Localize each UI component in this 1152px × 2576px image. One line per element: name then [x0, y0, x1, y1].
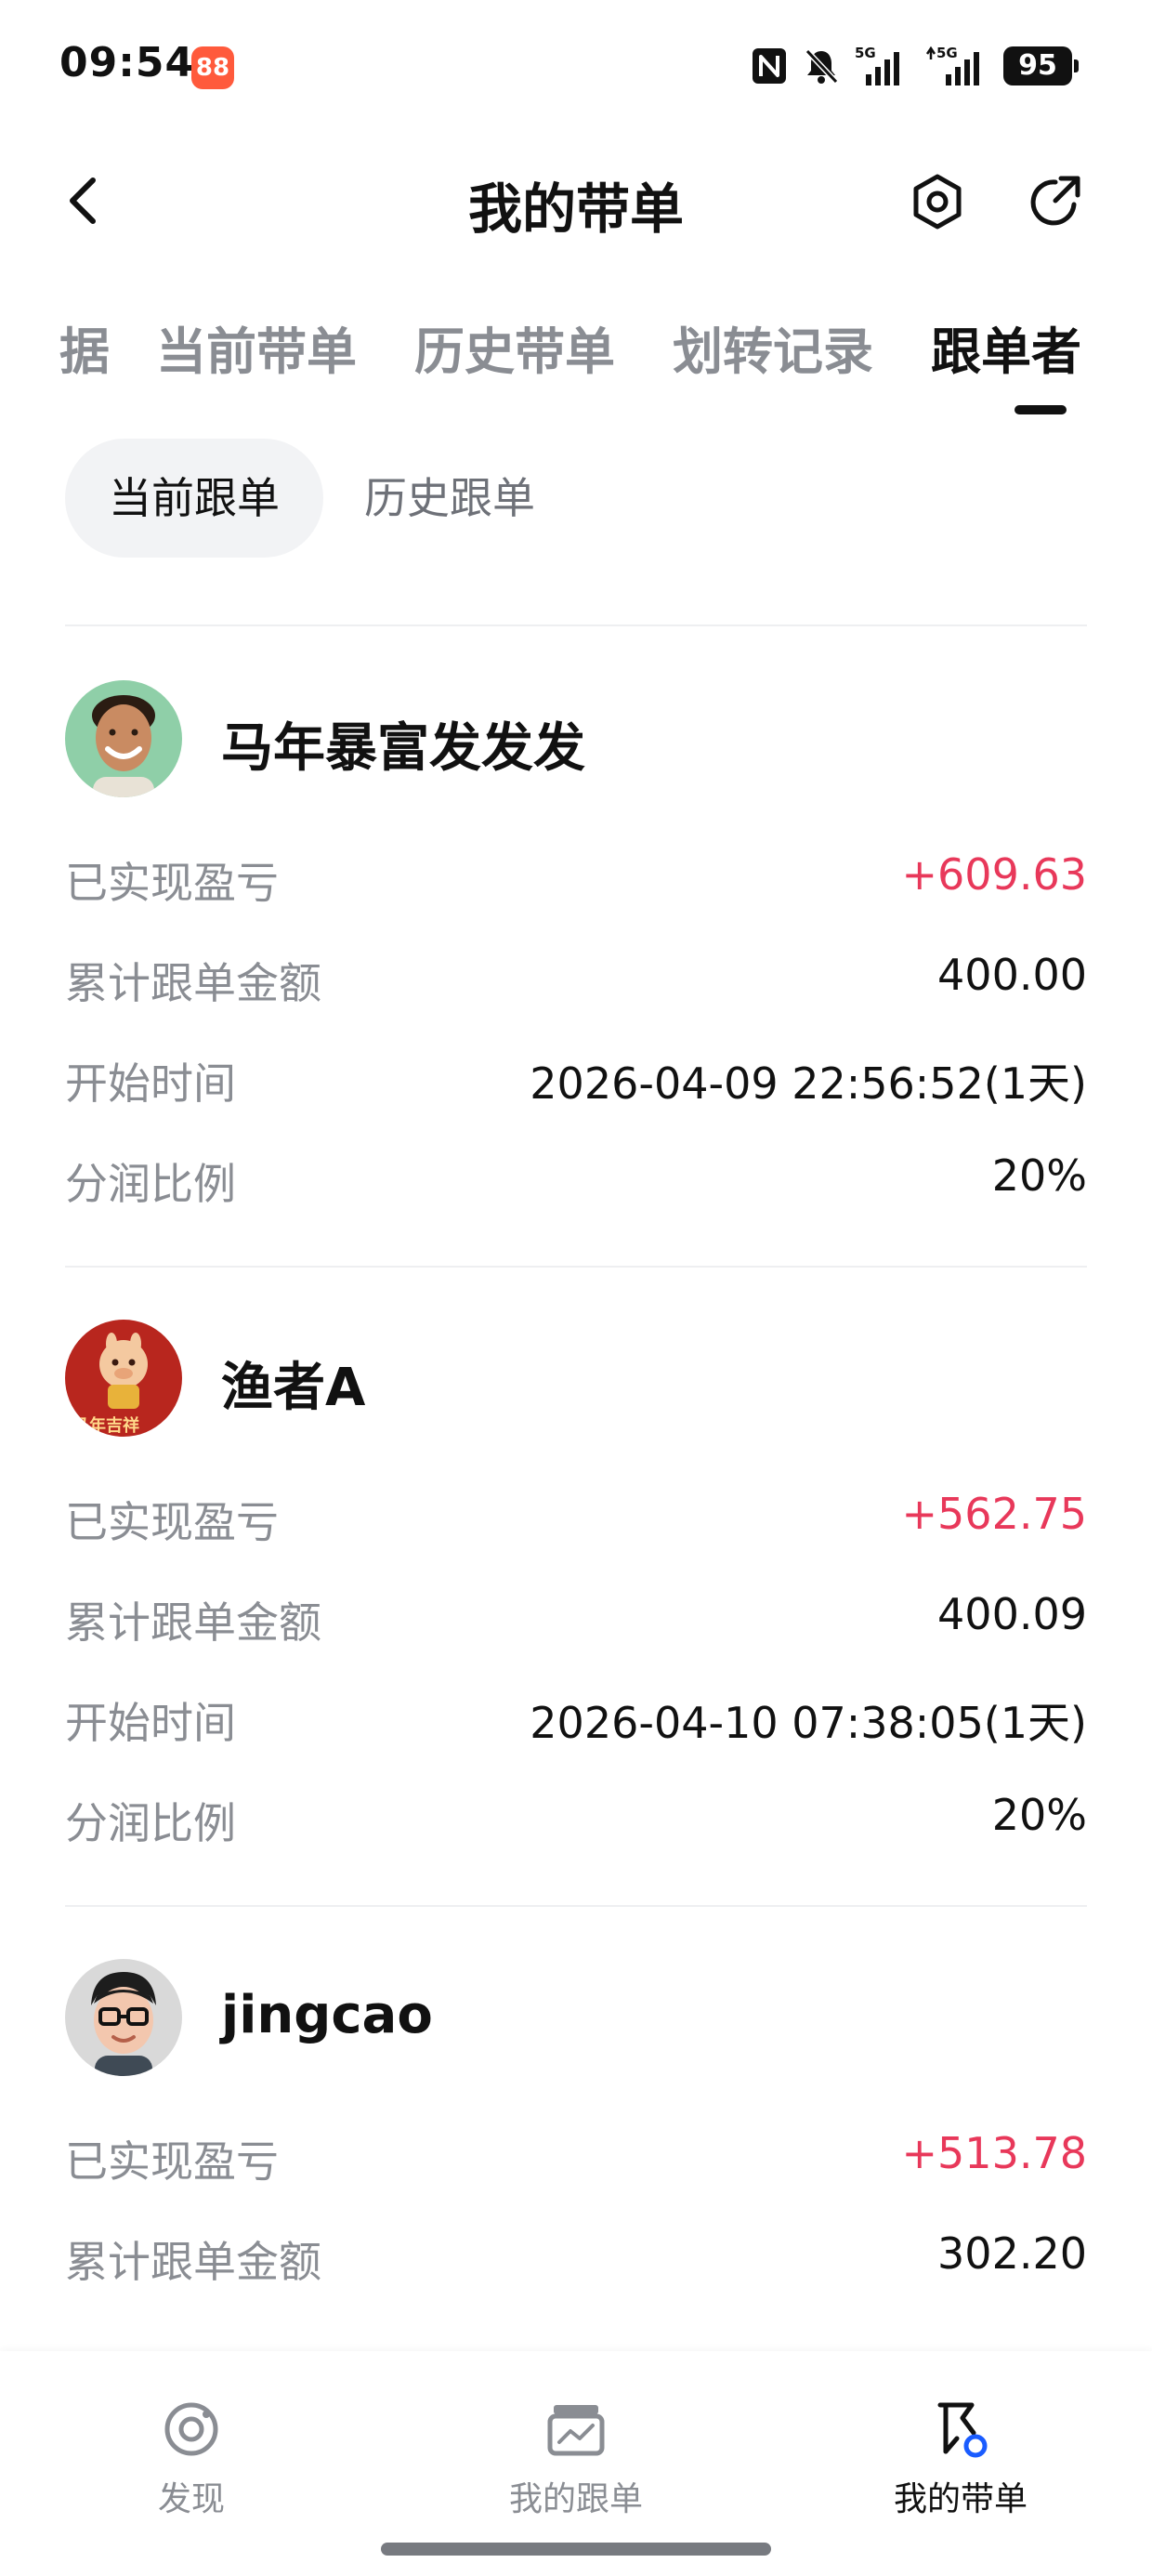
nav-discover[interactable]: 发现: [71, 2396, 312, 2520]
pnl-value: +609.63: [901, 849, 1088, 900]
share-arrow-icon: [1030, 176, 1080, 226]
pnl-value: +513.78: [901, 2128, 1088, 2178]
tab-transfer-records[interactable]: 划转记录: [673, 310, 873, 384]
follower-card[interactable]: 马年暴富发发发 已实现盈亏 +609.63 累计跟单金额 400.00 开始时间…: [65, 624, 1087, 1238]
amount-label: 累计跟单金额: [65, 1597, 321, 1648]
mute-bell-icon: [805, 48, 839, 85]
start-time-value: 2026-04-10 07:38:05(1天): [530, 1698, 1087, 1748]
nav-discover-label: 发现: [157, 2480, 225, 2518]
amount-label: 累计跟单金额: [65, 958, 321, 1008]
segment-current-follow[interactable]: 当前跟单: [65, 439, 323, 558]
status-icons: 5G 5G 95: [751, 43, 1079, 89]
lucky-horse-avatar: 马年吉祥: [65, 1320, 182, 1437]
tab-active-indicator: [1015, 405, 1067, 414]
profit-share-row: 分润比例 20%: [65, 1139, 1087, 1214]
nav-my-follows-label: 我的跟单: [508, 2480, 643, 2518]
home-indicator[interactable]: [381, 2543, 771, 2556]
tab-data[interactable]: 据: [59, 310, 110, 384]
tab-bar: 据 当前带单 历史带单 划转记录 跟单者: [0, 297, 1152, 418]
profit-share-row: 分润比例 20%: [65, 1779, 1087, 1853]
battery-icon: 95: [1003, 46, 1079, 85]
pnl-label: 已实现盈亏: [65, 2136, 279, 2187]
discover-icon: [164, 2402, 218, 2456]
bottom-nav: 发现 我的跟单 我的带单: [0, 2351, 1152, 2576]
nav-my-leads-label: 我的带单: [893, 2480, 1028, 2518]
status-bar: 09:54 88 5G 5G 95: [0, 0, 1152, 139]
amount-row: 累计跟单金额 302.20: [65, 2217, 1087, 2292]
segment-history-follow[interactable]: 历史跟单: [364, 439, 535, 558]
pnl-value: +562.75: [901, 1489, 1088, 1539]
app-notification-icon: 88: [191, 46, 234, 89]
avatar-caption: 马年吉祥: [72, 1415, 139, 1436]
page-title: 我的带单: [467, 177, 684, 241]
amount-value: 400.00: [937, 950, 1087, 1000]
follower-name: 马年暴富发发发: [221, 718, 585, 779]
amount-value: 302.20: [937, 2228, 1087, 2279]
network-label: 5G: [936, 45, 958, 61]
nav-my-follows[interactable]: 我的跟单: [455, 2396, 697, 2520]
profit-share-value: 20%: [991, 1150, 1087, 1201]
start-time-row: 开始时间 2026-04-10 07:38:05(1天): [65, 1678, 1087, 1753]
signal-5g-icon: 5G: [855, 45, 899, 85]
follower-name: jingcao: [221, 1985, 433, 2045]
follower-card[interactable]: 马年吉祥 渔者A 已实现盈亏 +562.75 累计跟单金额 400.09 开始时…: [65, 1264, 1087, 1877]
pnl-label: 已实现盈亏: [65, 858, 279, 908]
pnl-row: 已实现盈亏 +562.75: [65, 1478, 1087, 1552]
pnl-row: 已实现盈亏 +513.78: [65, 2117, 1087, 2191]
follower-name: 渔者A: [221, 1358, 366, 1418]
tab-followers[interactable]: 跟单者: [931, 310, 1081, 384]
screen: 09:54 88 5G 5G 95 我的带单 据 当前带单 历史带单 划转记录 …: [0, 0, 1152, 2576]
amount-value: 400.09: [937, 1589, 1087, 1639]
start-time-value: 2026-04-09 22:56:52(1天): [530, 1058, 1087, 1109]
start-time-label: 开始时间: [65, 1058, 236, 1109]
signal-5g-icon: 5G: [925, 45, 979, 85]
settings-button[interactable]: [907, 171, 968, 232]
follower-card[interactable]: jingcao 已实现盈亏 +513.78 累计跟单金额 302.20: [65, 1903, 1087, 2351]
header: 我的带单: [0, 149, 1152, 251]
amount-label: 累计跟单金额: [65, 2237, 321, 2287]
profit-share-label: 分润比例: [65, 1159, 236, 1209]
network-label: 5G: [855, 45, 876, 61]
nfc-icon: [753, 48, 786, 84]
tab-history-leads[interactable]: 历史带单: [414, 310, 615, 384]
tab-current-leads[interactable]: 当前带单: [156, 310, 357, 384]
status-time: 09:54: [59, 39, 195, 86]
start-time-row: 开始时间 2026-04-09 22:56:52(1天): [65, 1039, 1087, 1113]
share-button[interactable]: [1024, 171, 1085, 232]
nav-my-leads[interactable]: 我的带单: [840, 2396, 1081, 2520]
flag-icon: [937, 2402, 988, 2458]
smiling-man-avatar: [65, 680, 182, 797]
amount-row: 累计跟单金额 400.00: [65, 939, 1087, 1013]
amount-row: 累计跟单金额 400.09: [65, 1578, 1087, 1652]
pnl-label: 已实现盈亏: [65, 1497, 279, 1547]
hexagon-gear-icon: [913, 174, 962, 230]
profit-share-label: 分润比例: [65, 1798, 236, 1848]
pnl-row: 已实现盈亏 +609.63: [65, 838, 1087, 913]
chart-card-icon: [547, 2405, 605, 2456]
start-time-label: 开始时间: [65, 1698, 236, 1748]
profit-share-value: 20%: [991, 1790, 1087, 1840]
cartoon-glasses-avatar: [65, 1959, 182, 2076]
